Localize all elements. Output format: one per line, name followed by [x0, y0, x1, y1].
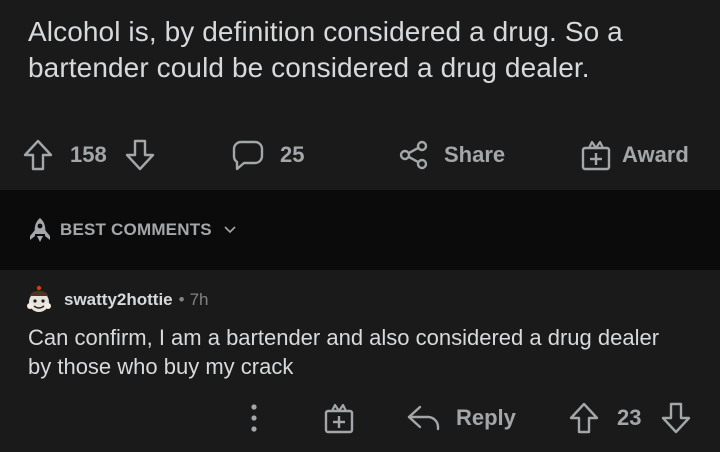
reply-arrow-icon — [407, 405, 440, 431]
upvote-arrow-icon — [569, 402, 599, 434]
post-comments-button[interactable]: 25 — [232, 134, 304, 176]
comment-more-button[interactable] — [244, 398, 264, 438]
post-title[interactable]: Alcohol is, by definition considered a d… — [28, 14, 708, 86]
share-icon — [399, 140, 428, 170]
post-comment-count: 25 — [280, 142, 305, 167]
comment-header: swatty2hottie • 7h — [24, 284, 209, 316]
post-action-bar: 158 25 Share Award — [0, 134, 720, 176]
post-card: Alcohol is, by definition considered a d… — [0, 0, 720, 190]
post-award-button[interactable]: Award — [580, 134, 689, 176]
comment-body: Can confirm, I am a bartender and also c… — [28, 325, 660, 379]
comment-award-button[interactable] — [323, 398, 355, 438]
gift-icon — [324, 403, 354, 434]
post-vote-count: 158 — [70, 142, 107, 167]
more-vertical-icon — [251, 404, 257, 432]
meta-separator: • — [178, 290, 185, 309]
downvote-arrow-icon — [661, 402, 691, 434]
post-share-button[interactable]: Share — [398, 134, 505, 176]
comment-vote-count: 23 — [617, 405, 642, 430]
comment-reply-label: Reply — [456, 405, 516, 430]
comment-downvote-button[interactable] — [660, 398, 692, 438]
post-share-label: Share — [444, 142, 506, 167]
upvote-arrow-icon — [23, 139, 53, 171]
comment-sort-dropdown[interactable]: BEST COMMENTS — [28, 217, 236, 243]
avatar[interactable] — [24, 284, 54, 316]
post-downvote-button[interactable] — [124, 134, 156, 176]
comment-author[interactable]: swatty2hottie — [64, 290, 173, 310]
rocket-icon — [30, 218, 50, 242]
post-award-label: Award — [622, 142, 689, 167]
chevron-down-icon — [224, 226, 236, 234]
comment-action-bar: Reply 23 — [0, 398, 720, 438]
comment-upvote-button[interactable] — [568, 398, 600, 438]
comment-bubble-icon — [232, 140, 264, 171]
comment-timestamp: 7h — [189, 290, 209, 309]
comment-sort-label: BEST COMMENTS — [60, 220, 212, 239]
downvote-arrow-icon — [125, 139, 155, 171]
gift-icon — [581, 140, 611, 171]
post-upvote-button[interactable] — [22, 134, 54, 176]
comment-reply-button[interactable]: Reply — [406, 398, 516, 438]
